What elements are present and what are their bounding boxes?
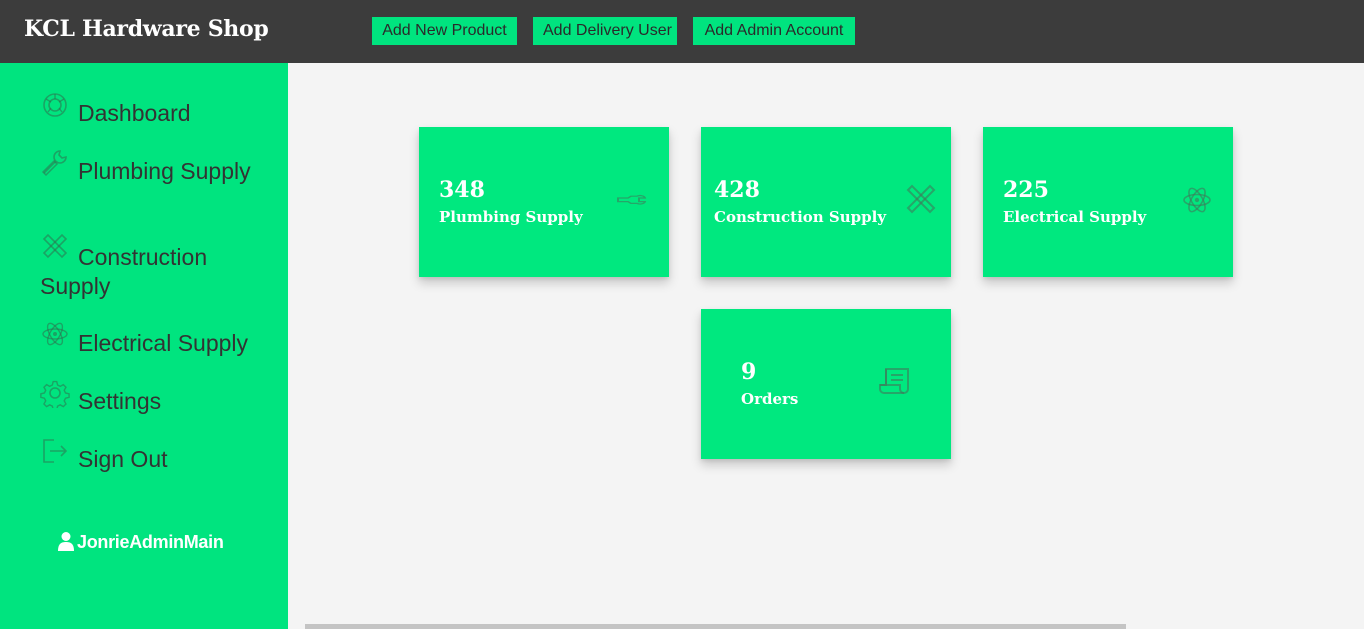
card-label: Electrical Supply xyxy=(1003,208,1147,226)
card-electrical-supply[interactable]: 225 Electrical Supply xyxy=(983,127,1233,277)
current-user[interactable]: JonrieAdminMain xyxy=(57,531,224,553)
sidebar-item-label: Dashboard xyxy=(78,100,191,126)
top-bar: KCL Hardware Shop Add New Product Add De… xyxy=(0,0,1364,63)
card-label: Orders xyxy=(741,390,799,408)
sidebar-item-plumbing-supply[interactable]: Plumbing Supply xyxy=(40,150,280,186)
sidebar-item-construction-supply[interactable]: Construction Supply xyxy=(40,233,280,301)
dashboard-icon xyxy=(43,93,67,117)
card-count: 9 xyxy=(741,359,757,385)
wrench-icon xyxy=(617,194,647,205)
sidebar-item-label: Plumbing Supply xyxy=(78,158,251,184)
sidebar-item-label: Settings xyxy=(78,388,162,414)
card-label: Construction Supply xyxy=(714,208,887,226)
card-plumbing-supply[interactable]: 348 Plumbing Supply xyxy=(419,127,669,277)
atom-icon xyxy=(1183,187,1211,213)
add-new-product-button[interactable]: Add New Product xyxy=(372,17,517,45)
sign-out-icon xyxy=(43,439,68,463)
card-count: 225 xyxy=(1003,177,1049,203)
username: JonrieAdminMain xyxy=(77,532,224,552)
atom-icon xyxy=(42,322,68,346)
horizontal-scrollbar[interactable] xyxy=(305,624,1126,629)
sidebar-item-label: Electrical Supply xyxy=(78,330,249,356)
sidebar-item-settings[interactable]: Settings xyxy=(40,380,280,416)
gear-icon xyxy=(40,380,70,408)
receipt-icon xyxy=(879,368,909,394)
add-delivery-user-button[interactable]: Add Delivery User xyxy=(533,17,677,45)
sidebar-item-electrical-supply[interactable]: Electrical Supply xyxy=(40,322,280,358)
tools-icon xyxy=(906,184,936,214)
card-construction-supply[interactable]: 428 Construction Supply xyxy=(701,127,951,277)
card-label: Plumbing Supply xyxy=(439,208,583,226)
wrench-icon xyxy=(41,150,67,177)
card-count: 428 xyxy=(714,177,760,203)
tools-icon xyxy=(42,233,68,259)
add-admin-account-button[interactable]: Add Admin Account xyxy=(693,17,855,45)
card-orders[interactable]: 9 Orders xyxy=(701,309,951,459)
sidebar-item-label: Construction Supply xyxy=(40,244,208,299)
sidebar-item-label: Sign Out xyxy=(78,446,168,472)
sidebar-item-sign-out[interactable]: Sign Out xyxy=(40,439,280,474)
sidebar-item-dashboard[interactable]: Dashboard xyxy=(40,93,280,128)
user-icon xyxy=(58,532,74,551)
brand-title: KCL Hardware Shop xyxy=(24,16,269,42)
sidebar: Dashboard Plumbing Supply Construction S… xyxy=(0,63,288,629)
card-count: 348 xyxy=(439,177,485,203)
